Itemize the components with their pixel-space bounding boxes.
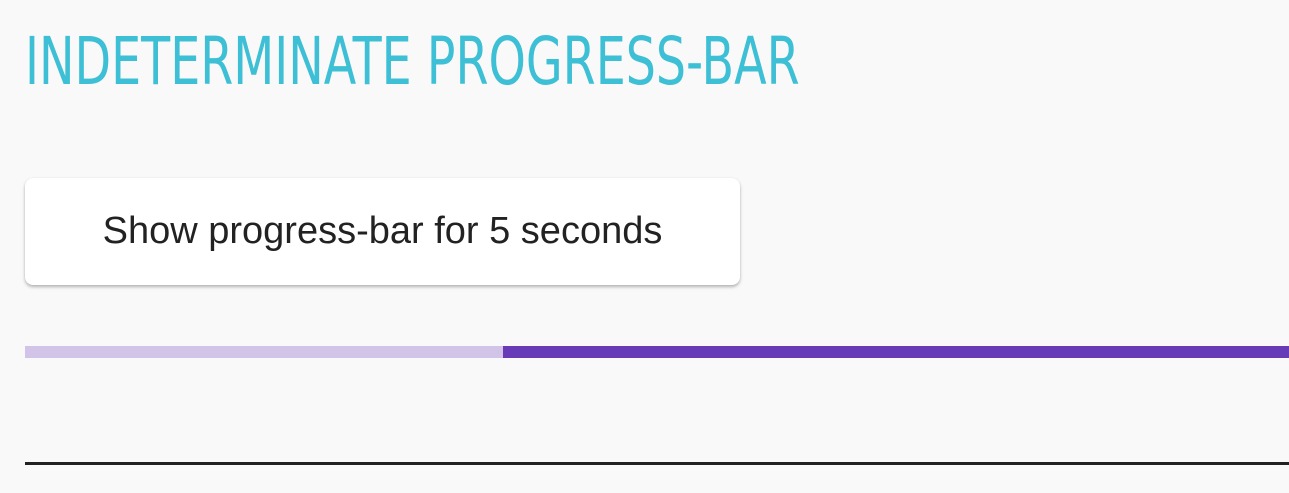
show-progress-bar-button[interactable]: Show progress-bar for 5 seconds [25,178,740,285]
indeterminate-progress-bar [25,346,1289,358]
page-title: INDETERMINATE PROGRESS-BAR [25,23,800,100]
progress-bar-indicator [503,346,1289,358]
divider [25,462,1289,465]
